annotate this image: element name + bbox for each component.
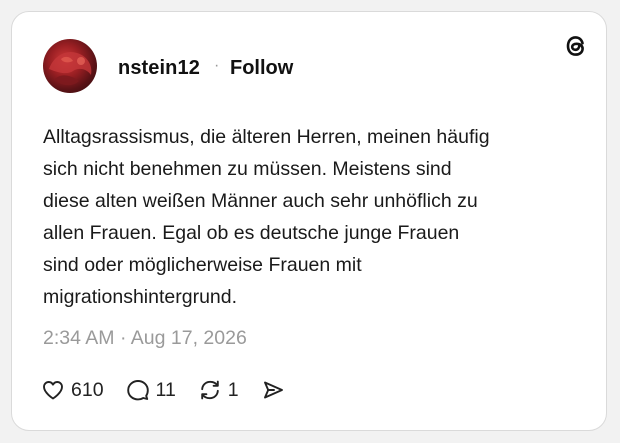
post-text-line: migrationshintergrund.: [43, 286, 238, 308]
post-card: nstein12 · Follow Alltagsrassismus, die …: [11, 11, 607, 431]
threads-logo-icon[interactable]: [562, 32, 590, 60]
post-text-line: allen Frauen. Egal ob es deutsche junge …: [43, 222, 460, 244]
like-count: 610: [71, 378, 104, 401]
post-text-line: Alltagsrassismus, die älteren Herren, me…: [43, 126, 490, 148]
heart-icon: [41, 378, 65, 402]
post-text: Alltagsrassismus, die älteren Herren, me…: [43, 121, 583, 313]
repost-count: 1: [227, 378, 239, 401]
comment-icon: [126, 378, 150, 402]
avatar[interactable]: [43, 39, 97, 93]
action-bar: 610 11 1: [41, 377, 307, 403]
share-button[interactable]: [261, 378, 285, 402]
separator-dot: ·: [214, 57, 220, 74]
reply-button[interactable]: 11: [126, 378, 176, 402]
repost-button[interactable]: 1: [198, 378, 239, 402]
follow-button[interactable]: Follow: [230, 57, 293, 80]
post-text-line: sind oder möglicherweise Frauen mit: [43, 254, 362, 276]
post-text-line: diese alten weißen Männer auch sehr unhö…: [43, 190, 478, 212]
like-button[interactable]: 610: [41, 378, 104, 402]
send-icon: [261, 378, 285, 402]
avatar-image: [49, 51, 92, 86]
post-text-line: sich nicht benehmen zu müssen. Meistens …: [43, 158, 452, 180]
username[interactable]: nstein12: [118, 57, 200, 80]
reply-count: 11: [155, 378, 176, 401]
post-timestamp[interactable]: 2:34 AM · Aug 17, 2026: [43, 327, 247, 350]
repost-icon: [198, 378, 222, 402]
